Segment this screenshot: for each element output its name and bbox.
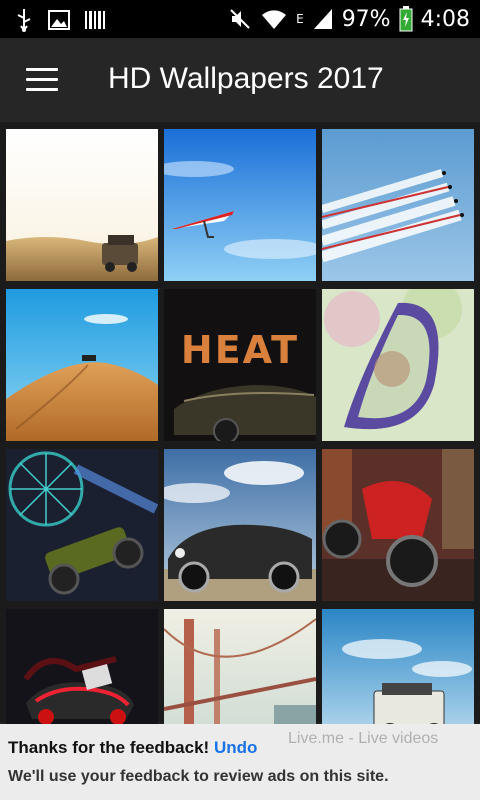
snackbar-message-line: Thanks for the feedback! Undo [8, 738, 257, 758]
wallpaper-thumbnail-red-motorcycle[interactable] [322, 449, 474, 601]
notification-icons [14, 8, 106, 32]
undo-button[interactable]: Undo [214, 738, 257, 757]
wifi-icon [262, 10, 287, 29]
status-bar: E 97% 4:08 [0, 0, 480, 38]
network-type: E [296, 12, 304, 26]
wallpaper-thumbnail-desert-car[interactable] [6, 129, 158, 281]
signal-icon [313, 9, 332, 29]
usb-icon [17, 9, 31, 32]
app-bar: HD Wallpapers 2017 [0, 38, 480, 122]
snackbar-detail: We'll use your feedback to review ads on… [8, 768, 389, 785]
wallpaper-thumbnail-desert-dune[interactable] [6, 289, 158, 441]
heat-text: HEAT [181, 328, 299, 372]
feedback-snackbar: Live.me - Live videos Thanks for the fee… [0, 724, 480, 800]
wallpaper-thumbnail-hang-glider[interactable] [164, 129, 316, 281]
wallpaper-thumbnail-side-mirror[interactable] [322, 289, 474, 441]
hamburger-menu-icon[interactable] [26, 68, 58, 92]
ghost-ad-text: Live.me - Live videos [288, 730, 439, 747]
battery-percent: 97% [341, 6, 391, 32]
image-icon [48, 10, 70, 30]
mute-icon [230, 9, 250, 29]
wallpaper-grid: HEAT [0, 122, 480, 761]
wallpaper-thumbnail-classic-convertible[interactable] [164, 449, 316, 601]
battery-icon [399, 6, 413, 32]
wallpaper-thumbnail-ferris-wheel-rc-car[interactable] [6, 449, 158, 601]
clock: 4:08 [420, 6, 470, 32]
page-title: HD Wallpapers 2017 [108, 62, 384, 95]
wallpaper-thumbnail-jet-formation[interactable] [322, 129, 474, 281]
system-icons: E 97% 4:08 [228, 6, 470, 32]
wallpaper-thumbnail-heat-car[interactable]: HEAT [164, 289, 316, 441]
barcode-icon [85, 11, 105, 29]
snackbar-message: Thanks for the feedback! [8, 738, 210, 757]
